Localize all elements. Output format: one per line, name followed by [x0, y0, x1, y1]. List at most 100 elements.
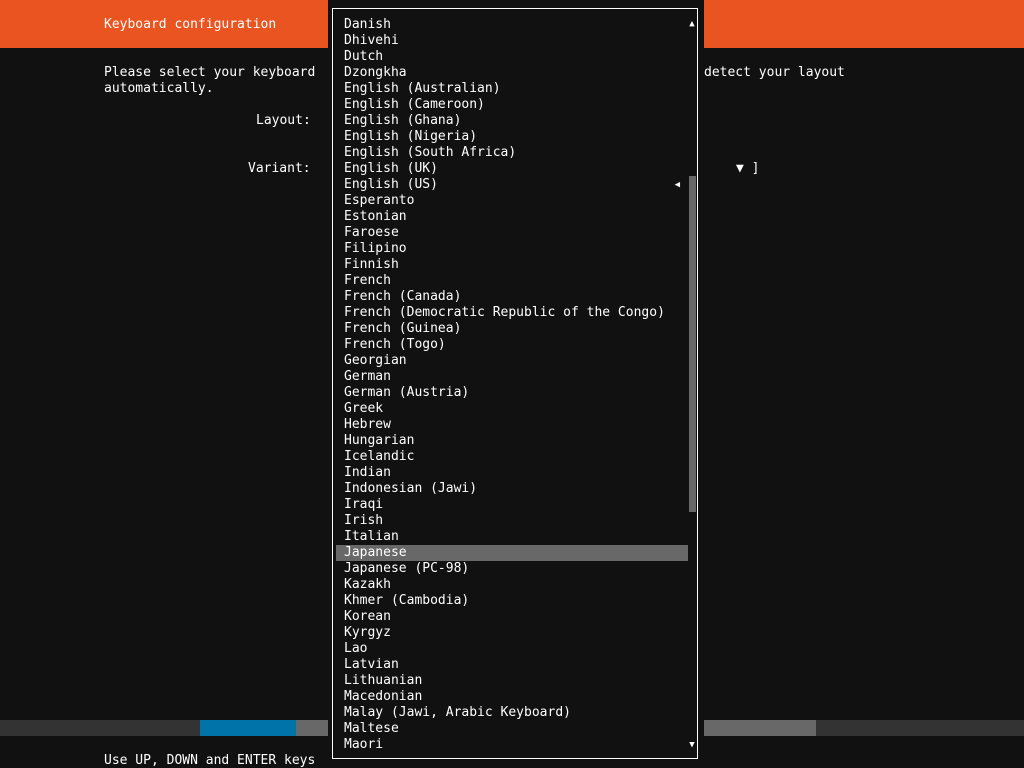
layout-option[interactable]: Lithuanian	[336, 673, 688, 689]
layout-option-label: Irish	[344, 513, 384, 528]
layout-option-label: French (Guinea)	[344, 321, 462, 336]
layout-option[interactable]: Hebrew	[336, 417, 688, 433]
layout-option[interactable]: Kyrgyz	[336, 625, 688, 641]
layout-option[interactable]: German	[336, 369, 688, 385]
layout-option[interactable]: Kazakh	[336, 577, 688, 593]
layout-option[interactable]: English (Australian)	[336, 81, 688, 97]
layout-option-label: English (Cameroon)	[344, 97, 485, 112]
current-layout-marker-icon: ◀	[674, 180, 680, 190]
layout-option[interactable]: Finnish	[336, 257, 688, 273]
variant-label: Variant:	[248, 161, 311, 176]
layout-option-label: English (Ghana)	[344, 113, 462, 128]
layout-option[interactable]: Irish	[336, 513, 688, 529]
layout-option-label: Khmer (Cambodia)	[344, 593, 470, 608]
layout-option[interactable]: Latvian	[336, 657, 688, 673]
layout-option-label: Hungarian	[344, 433, 415, 448]
layout-option[interactable]: English (South Africa)	[336, 145, 688, 161]
variant-dropdown-button[interactable]: ▼ ]	[736, 161, 759, 177]
installer-screen: Keyboard configuration Please select you…	[0, 0, 1024, 768]
layout-option-label: English (US)	[344, 177, 438, 192]
page-title: Keyboard configuration	[104, 17, 277, 32]
layout-option[interactable]: Japanese (PC-98)	[336, 561, 688, 577]
scroll-up-icon[interactable]: ▲	[686, 16, 698, 32]
layout-option-label: Lao	[344, 641, 368, 656]
layout-option[interactable]: French (Democratic Republic of the Congo…	[336, 305, 688, 321]
layout-option[interactable]: Japanese	[336, 545, 688, 561]
layout-option-label: Indonesian (Jawi)	[344, 481, 478, 496]
layout-option-label: German (Austria)	[344, 385, 470, 400]
layout-option[interactable]: Georgian	[336, 353, 688, 369]
layout-option[interactable]: Italian	[336, 529, 688, 545]
layout-option-label: Japanese (PC-98)	[344, 561, 470, 576]
layout-option-label: Dutch	[344, 49, 384, 64]
layout-option[interactable]: Korean	[336, 609, 688, 625]
layout-option-label: Finnish	[344, 257, 399, 272]
scroll-down-icon[interactable]: ▼	[686, 737, 698, 753]
layout-option-label: English (UK)	[344, 161, 438, 176]
layout-option[interactable]: Indonesian (Jawi)	[336, 481, 688, 497]
layout-option[interactable]: Faroese	[336, 225, 688, 241]
layout-option[interactable]: French (Togo)	[336, 337, 688, 353]
layout-option[interactable]: Khmer (Cambodia)	[336, 593, 688, 609]
layout-option-label: Icelandic	[344, 449, 415, 464]
progress-fill	[200, 720, 296, 736]
layout-option-label: German	[344, 369, 391, 384]
layout-option[interactable]: Hungarian	[336, 433, 688, 449]
layout-option[interactable]: Esperanto	[336, 193, 688, 209]
layout-option[interactable]: Maltese	[336, 721, 688, 737]
layout-option[interactable]: French	[336, 273, 688, 289]
layout-option-label: Korean	[344, 609, 391, 624]
layout-option-label: Lithuanian	[344, 673, 423, 688]
layout-options-list[interactable]: Danish Dhivehi Dutch Dzongkha English (Austr…	[336, 17, 688, 753]
layout-option[interactable]: Icelandic	[336, 449, 688, 465]
layout-option[interactable]: English (Ghana)	[336, 113, 688, 129]
layout-option-label: Japanese	[344, 545, 407, 560]
layout-option[interactable]: Dutch	[336, 49, 688, 65]
layout-option[interactable]: French (Guinea)	[336, 321, 688, 337]
layout-option-label: Faroese	[344, 225, 399, 240]
layout-option[interactable]: Dzongkha	[336, 65, 688, 81]
layout-option-label: Kyrgyz	[344, 625, 391, 640]
layout-option[interactable]: French (Canada)	[336, 289, 688, 305]
intro-text-right: detect your layout	[704, 65, 845, 80]
layout-option-label: Kazakh	[344, 577, 391, 592]
layout-option-label: French (Canada)	[344, 289, 462, 304]
layout-option[interactable]: Greek	[336, 401, 688, 417]
layout-option-label: French	[344, 273, 391, 288]
intro-text-line2: automatically.	[104, 81, 214, 96]
layout-option[interactable]: Lao	[336, 641, 688, 657]
layout-option[interactable]: Estonian	[336, 209, 688, 225]
layout-option-label: Latvian	[344, 657, 399, 672]
layout-option-label: French (Democratic Republic of the Congo…	[344, 305, 665, 320]
layout-option-label: Macedonian	[344, 689, 423, 704]
layout-option-label: French (Togo)	[344, 337, 446, 352]
layout-option[interactable]: Macedonian	[336, 689, 688, 705]
layout-option-label: Malay (Jawi, Arabic Keyboard)	[344, 705, 571, 720]
layout-option[interactable]: English (UK)	[336, 161, 688, 177]
layout-option-label: Iraqi	[344, 497, 384, 512]
layout-option-label: English (Australian)	[344, 81, 501, 96]
layout-option-label: Maltese	[344, 721, 399, 736]
layout-option-label: Danish	[344, 17, 391, 32]
layout-option[interactable]: English (Cameroon)	[336, 97, 688, 113]
layout-option[interactable]: English (US) ◀	[336, 177, 688, 193]
layout-option-label: Hebrew	[344, 417, 391, 432]
footer-hint: Use UP, DOWN and ENTER keys	[104, 753, 316, 768]
layout-option[interactable]: Indian	[336, 465, 688, 481]
layout-option-label: Filipino	[344, 241, 407, 256]
layout-option-label: Italian	[344, 529, 399, 544]
layout-option[interactable]: Iraqi	[336, 497, 688, 513]
layout-label: Layout:	[256, 113, 311, 128]
layout-option[interactable]: Dhivehi	[336, 33, 688, 49]
layout-option-label: Maori	[344, 737, 384, 752]
layout-option-label: Dzongkha	[344, 65, 407, 80]
scrollbar-thumb[interactable]	[689, 176, 696, 512]
layout-option[interactable]: Danish	[336, 17, 688, 33]
layout-option[interactable]: Filipino	[336, 241, 688, 257]
layout-option[interactable]: German (Austria)	[336, 385, 688, 401]
layout-option[interactable]: Maori	[336, 737, 688, 753]
layout-option[interactable]: English (Nigeria)	[336, 129, 688, 145]
layout-option[interactable]: Malay (Jawi, Arabic Keyboard)	[336, 705, 688, 721]
layout-option-label: Esperanto	[344, 193, 415, 208]
intro-text-left: Please select your keyboard	[104, 65, 316, 80]
